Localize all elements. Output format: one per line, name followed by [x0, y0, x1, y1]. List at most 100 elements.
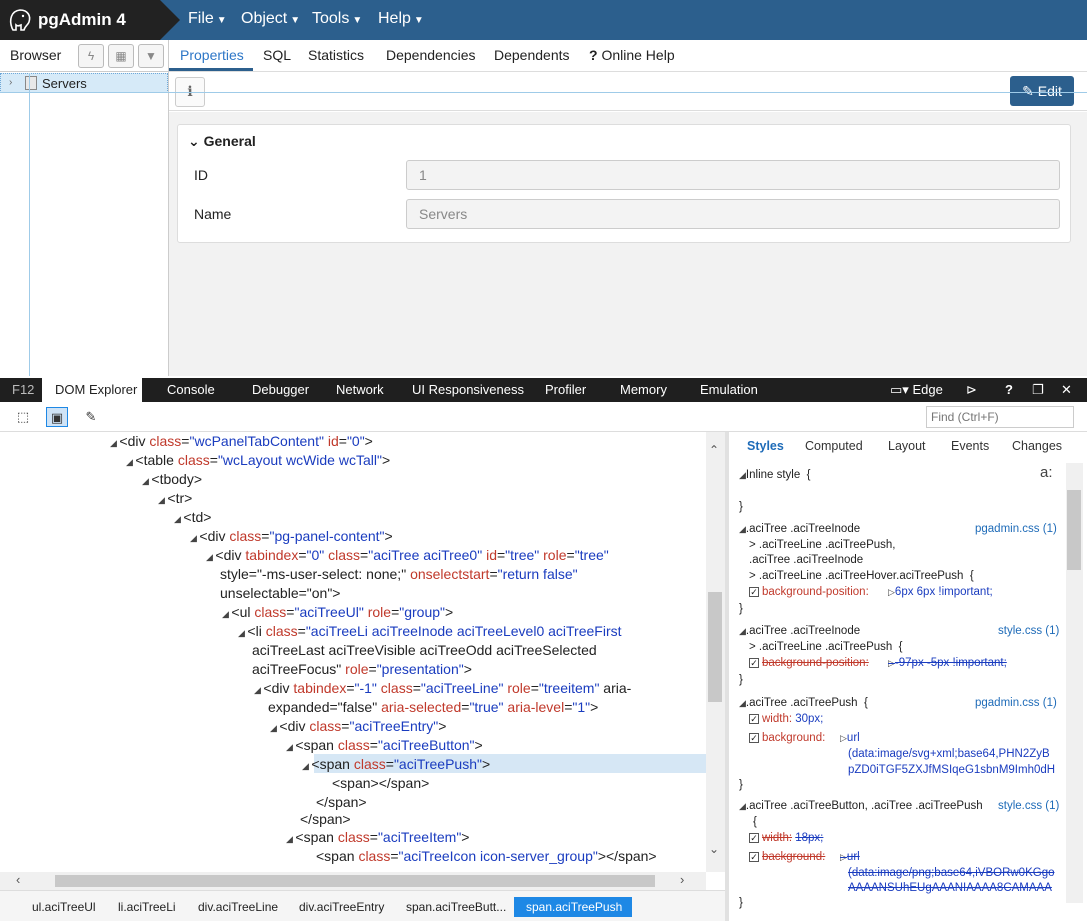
dom-node-line[interactable]: unselectable="on">	[220, 584, 340, 603]
style-property[interactable]: ✓ background-position:	[749, 585, 869, 600]
dom-node-line[interactable]: ◢ <div class="pg-panel-content">	[190, 527, 393, 546]
highlight-element-icon[interactable]: ▣	[46, 407, 68, 427]
style-property[interactable]: ✓ background:	[749, 731, 825, 746]
tab-properties[interactable]: Properties	[180, 47, 244, 63]
dom-node-line[interactable]: ◢ <td>	[174, 508, 211, 527]
scroll-right-icon[interactable]: ›	[680, 872, 684, 887]
collapse-triangle-icon[interactable]: ◢	[302, 761, 311, 771]
font-size-icon[interactable]: a:	[1040, 464, 1053, 481]
checkbox-checked-icon[interactable]: ✓	[749, 832, 759, 843]
checkbox-checked-icon[interactable]: ✓	[749, 732, 759, 743]
general-section-header[interactable]: ⌄ General	[188, 133, 256, 150]
console-toggle-icon[interactable]: ⊳	[966, 382, 977, 398]
tab-statistics[interactable]: Statistics	[308, 47, 364, 63]
id-field[interactable]: 1	[406, 160, 1060, 190]
checkbox-checked-icon[interactable]: ✓	[749, 657, 759, 668]
collapse-triangle-icon[interactable]: ◢	[206, 552, 215, 562]
tab-layout[interactable]: Layout	[888, 439, 926, 453]
menu-help[interactable]: Help ▼	[378, 10, 424, 28]
dom-node-line[interactable]: <span class="aciTreeIcon icon-server_gro…	[316, 847, 657, 866]
collapse-triangle-icon[interactable]: ◢	[286, 834, 295, 844]
collapse-triangle-icon[interactable]: ◢	[270, 723, 279, 733]
checkbox-checked-icon[interactable]: ✓	[749, 586, 759, 597]
dom-node-line[interactable]: ◢ <ul class="aciTreeUl" role="group">	[222, 603, 453, 622]
tab-ui-responsiveness[interactable]: UI Responsiveness	[412, 382, 524, 397]
menu-file[interactable]: File ▼	[188, 10, 227, 28]
scroll-left-icon[interactable]: ‹	[16, 872, 20, 887]
tab-memory[interactable]: Memory	[620, 382, 667, 397]
tab-online-help[interactable]: ? Online Help	[589, 47, 675, 63]
style-property[interactable]: ✓ background-position:	[749, 656, 869, 671]
edit-button[interactable]: ✎ Edit	[1010, 76, 1074, 106]
dom-node-line[interactable]: ◢ <span class="aciTreePush">	[302, 755, 490, 774]
filter-button[interactable]: ▼	[138, 44, 164, 68]
checkbox-checked-icon[interactable]: ✓	[749, 713, 759, 724]
dom-hscroll-thumb[interactable]	[55, 875, 655, 887]
breadcrumb-item[interactable]: span.aciTreeButt...	[394, 897, 506, 917]
help-icon[interactable]: ?	[1005, 382, 1013, 397]
color-picker-icon[interactable]: ✎	[80, 407, 102, 427]
tab-changes[interactable]: Changes	[1012, 439, 1062, 453]
breadcrumb-item[interactable]: div.aciTreeEntry	[287, 897, 384, 917]
collapse-triangle-icon[interactable]: ◢	[174, 514, 183, 524]
tab-styles[interactable]: Styles	[747, 439, 784, 453]
collapse-triangle-icon[interactable]: ◢	[110, 438, 119, 448]
source-link[interactable]: pgadmin.css (1)	[975, 523, 1057, 535]
dom-node-line[interactable]: ◢ <div class="aciTreeEntry">	[270, 717, 446, 736]
menu-object[interactable]: Object ▼	[241, 10, 300, 28]
style-property[interactable]: ✓ width: 18px;	[749, 831, 823, 846]
collapse-triangle-icon[interactable]: ◢	[238, 628, 247, 638]
tab-console[interactable]: Console	[167, 382, 215, 397]
chevron-right-icon[interactable]: ›	[9, 77, 12, 88]
menu-tools[interactable]: Tools ▼	[312, 10, 362, 28]
dom-node-line[interactable]: ◢ <tr>	[158, 489, 192, 508]
tab-dependents[interactable]: Dependents	[494, 47, 570, 63]
collapse-triangle-icon[interactable]: ◢	[142, 476, 151, 486]
dom-node-line[interactable]: style="-ms-user-select: none;" onselects…	[220, 565, 578, 584]
tab-profiler[interactable]: Profiler	[545, 382, 586, 397]
tab-computed[interactable]: Computed	[805, 439, 863, 453]
tab-events[interactable]: Events	[951, 439, 989, 453]
tree-item-servers[interactable]: › Servers	[0, 73, 168, 93]
dom-node-line[interactable]: ◢ <div tabindex="-1" class="aciTreeLine"…	[254, 679, 631, 698]
breadcrumb-item[interactable]: div.aciTreeLine	[186, 897, 278, 917]
close-icon[interactable]: ✕	[1061, 382, 1072, 398]
source-link[interactable]: pgadmin.css (1)	[975, 697, 1057, 709]
scroll-down-icon[interactable]: ⌄	[709, 842, 719, 856]
brand[interactable]: pgAdmin 4	[0, 0, 180, 40]
query-tool-button[interactable]: ϟ	[78, 44, 104, 68]
scroll-up-icon[interactable]: ⌃	[709, 443, 719, 457]
dom-node-line[interactable]: </span>	[300, 810, 351, 829]
browser-panel-title[interactable]: Browser	[10, 47, 61, 63]
undock-icon[interactable]: ❐	[1032, 382, 1044, 398]
collapse-triangle-icon[interactable]: ◢	[190, 533, 199, 543]
collapse-triangle-icon[interactable]: ◢	[158, 495, 167, 505]
tab-dom-explorer[interactable]: DOM Explorer	[55, 382, 137, 397]
dom-node-line[interactable]: aciTreeLast aciTreeVisible aciTreeOdd ac…	[252, 641, 597, 660]
styles-scroll-thumb[interactable]	[1067, 490, 1081, 570]
style-property[interactable]: ✓ width: 30px;	[749, 712, 823, 727]
dom-scroll-thumb[interactable]	[708, 592, 722, 702]
breadcrumb-item[interactable]: ul.aciTreeUl	[20, 897, 96, 917]
style-property[interactable]: ✓ background:	[749, 850, 825, 865]
source-link[interactable]: style.css (1)	[998, 800, 1059, 812]
tab-dependencies[interactable]: Dependencies	[386, 47, 476, 63]
name-field[interactable]: Servers	[406, 199, 1060, 229]
source-link[interactable]: style.css (1)	[998, 625, 1059, 637]
collapse-triangle-icon[interactable]: ◢	[222, 609, 231, 619]
dom-node-line[interactable]: ◢ <table class="wcLayout wcWide wcTall">	[126, 451, 390, 470]
dom-node-line[interactable]: <span></span>	[332, 774, 429, 793]
tab-network[interactable]: Network	[336, 382, 384, 397]
dom-node-line[interactable]: ◢ <li class="aciTreeLi aciTreeInode aciT…	[238, 622, 622, 641]
breadcrumb-item[interactable]: li.aciTreeLi	[106, 897, 176, 917]
dom-node-line[interactable]: aciTreeFocus" role="presentation">	[252, 660, 472, 679]
tab-debugger[interactable]: Debugger	[252, 382, 309, 397]
tab-sql[interactable]: SQL	[263, 47, 291, 63]
browser-mode-selector[interactable]: ▭▾ Edge	[890, 382, 943, 398]
collapse-triangle-icon[interactable]: ◢	[254, 685, 263, 695]
inline-style-rule[interactable]: ◢Inline style {	[739, 468, 811, 483]
dom-node-line[interactable]: ◢ <tbody>	[142, 470, 202, 489]
dom-node-line[interactable]: ◢ <div class="wcPanelTabContent" id="0">	[110, 432, 373, 451]
dom-node-line[interactable]: ◢ <span class="aciTreeButton">	[286, 736, 483, 755]
breadcrumb-item-active[interactable]: span.aciTreePush	[514, 897, 633, 917]
